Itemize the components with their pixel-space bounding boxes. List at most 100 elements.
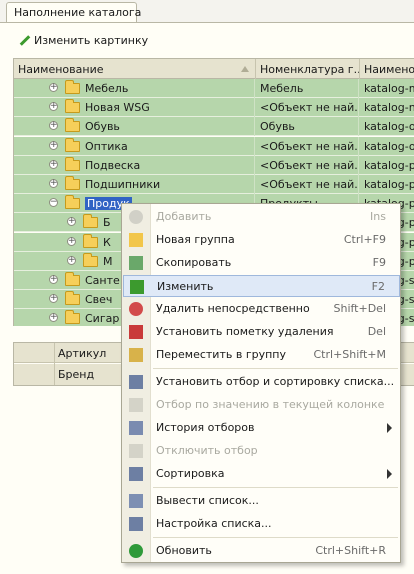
menu-item-label: Удалить непосредственно (156, 302, 310, 315)
menu-item[interactable]: История отборов (123, 417, 400, 439)
edit-icon (130, 280, 144, 294)
menu-item[interactable]: Новая группа Ctrl+F9 (123, 229, 400, 251)
row-name: Сигар (85, 312, 120, 326)
cell-name: + Оптика (14, 136, 255, 156)
tree-expander-icon[interactable]: + (49, 294, 58, 304)
menu-item[interactable]: Переместить в группу Ctrl+Shift+M (123, 344, 400, 366)
add-icon (129, 210, 143, 224)
menu-item[interactable]: Изменить F2 (123, 275, 400, 297)
tree-expander-icon[interactable]: + (49, 313, 58, 323)
tree-expander-icon[interactable]: + (49, 140, 58, 150)
table-row[interactable]: + Подшипники <Объект не най... katalog-pod (14, 175, 414, 194)
column-header-brand[interactable]: Бренд (58, 368, 94, 381)
folder-icon (65, 80, 80, 94)
menu-item-label: Отбор по значению в текущей колонке (156, 398, 385, 411)
folder-icon (65, 99, 80, 114)
row-name: К (103, 235, 111, 249)
tree-expander-icon[interactable]: + (49, 179, 58, 188)
column-header-nomenclature[interactable]: Номенклатура г... (256, 59, 360, 79)
menu-item-shortcut: Ctrl+F9 (343, 233, 386, 246)
cell-slug: katalog-pod (364, 158, 414, 172)
menu-item-shortcut: Ins (370, 210, 386, 223)
cell-name: + Подшипники (14, 175, 255, 194)
menu-item[interactable]: Скопировать F9 (123, 252, 400, 274)
tree-expander-icon[interactable]: + (67, 236, 76, 246)
row-name: Подвеска (85, 158, 141, 172)
menu-item[interactable]: Установить отбор и сортировку списка... (123, 371, 400, 393)
menu-item-label: Переместить в группу (156, 348, 286, 361)
change-image-button[interactable]: Изменить картинку (18, 31, 148, 49)
tree-expander-icon[interactable]: + (49, 275, 58, 284)
menu-item-label: Изменить (157, 280, 214, 293)
folder-icon (65, 118, 80, 133)
folder-icon (65, 176, 80, 190)
refresh-icon (129, 544, 143, 558)
cell-name: + Новая WSG (14, 98, 255, 118)
menu-item: Отбор по значению в текущей колонке (123, 394, 400, 416)
folder-icon (83, 252, 98, 267)
row-name: Свеч (85, 293, 113, 307)
submenu-arrow-icon (387, 423, 392, 433)
cell-slug: katalog-mel (364, 82, 414, 95)
table-row[interactable]: + Оптика <Объект не най... katalog-opt (14, 136, 414, 156)
row-name: Обувь (85, 120, 120, 134)
menu-item[interactable]: Установить пометку удаления Del (123, 321, 400, 343)
menu-item[interactable]: Вывести список... (123, 490, 400, 512)
menu-item-shortcut: Del (367, 325, 386, 338)
row-name: Подшипники (85, 178, 161, 191)
menu-item[interactable]: Обновить Ctrl+Shift+R (123, 540, 400, 562)
cell-name: + Подвеска (14, 155, 255, 175)
menu-item[interactable]: Удалить непосредственно Shift+Del (123, 298, 400, 320)
menu-item-label: Установить отбор и сортировку списка... (156, 375, 395, 388)
menu-item-shortcut: Ctrl+Shift+R (315, 544, 386, 557)
folder-icon (83, 233, 98, 248)
sort-ascending-icon (241, 66, 249, 72)
tree-expander-icon[interactable]: + (49, 159, 58, 169)
column-header-label: Наименование (18, 63, 104, 76)
copy-icon (129, 256, 143, 270)
menu-item: Добавить Ins (123, 206, 400, 228)
folder-icon (65, 137, 80, 152)
change-image-label: Изменить картинку (34, 33, 149, 47)
table-row[interactable]: + Мебель Мебель katalog-mel (14, 79, 414, 98)
folder-icon (65, 272, 80, 286)
table-row[interactable]: + Обувь Обувь katalog-obu (14, 117, 414, 137)
filter-history-icon (129, 421, 143, 435)
cell-slug: katalog-obu (364, 120, 414, 134)
tree-expander-icon[interactable]: + (49, 102, 58, 112)
menu-item-label: Установить пометку удаления (156, 325, 334, 338)
table-row[interactable]: + Подвеска <Объект не най... katalog-pod (14, 155, 414, 175)
pencil-icon (18, 34, 30, 46)
mark-delete-icon (129, 325, 143, 339)
tree-expander-icon[interactable]: − (49, 198, 58, 208)
cell-slug: katalog-opt (364, 139, 414, 153)
tree-expander-icon[interactable]: + (49, 121, 58, 131)
folder-icon (65, 291, 80, 306)
menu-item[interactable]: Сортировка (123, 463, 400, 485)
row-name: Новая WSG (85, 101, 150, 115)
menu-item[interactable]: Настройка списка... (123, 513, 400, 535)
menu-item: Отключить отбор (123, 440, 400, 462)
tab-catalog-filling[interactable]: Наполнение каталога (6, 2, 141, 23)
details-column-divider (54, 343, 55, 385)
table-row[interactable]: + Новая WSG <Объект не най... katalog-nov (14, 98, 414, 118)
folder-icon (65, 156, 80, 171)
menu-item-label: Отключить отбор (156, 444, 258, 457)
column-header-article[interactable]: Артикул (58, 347, 106, 360)
menu-separator (153, 368, 398, 369)
delete-icon (129, 302, 143, 316)
column-header-label: Наименов (364, 63, 414, 76)
menu-item-label: Добавить (156, 210, 212, 223)
column-header-name[interactable]: Наименование (14, 59, 256, 79)
tree-expander-icon[interactable]: + (49, 83, 58, 92)
folder-icon (65, 310, 80, 325)
new-group-icon (129, 233, 143, 247)
menu-item-shortcut: Ctrl+Shift+M (313, 348, 387, 361)
cell-nomenclature: <Объект не най... (256, 155, 359, 175)
tree-expander-icon[interactable]: + (67, 217, 76, 227)
print-list-icon (129, 494, 143, 508)
tree-expander-icon[interactable]: + (67, 255, 76, 265)
folder-icon (83, 214, 98, 229)
column-header-slug[interactable]: Наименов (360, 59, 414, 79)
menu-item-label: Вывести список... (156, 494, 259, 507)
